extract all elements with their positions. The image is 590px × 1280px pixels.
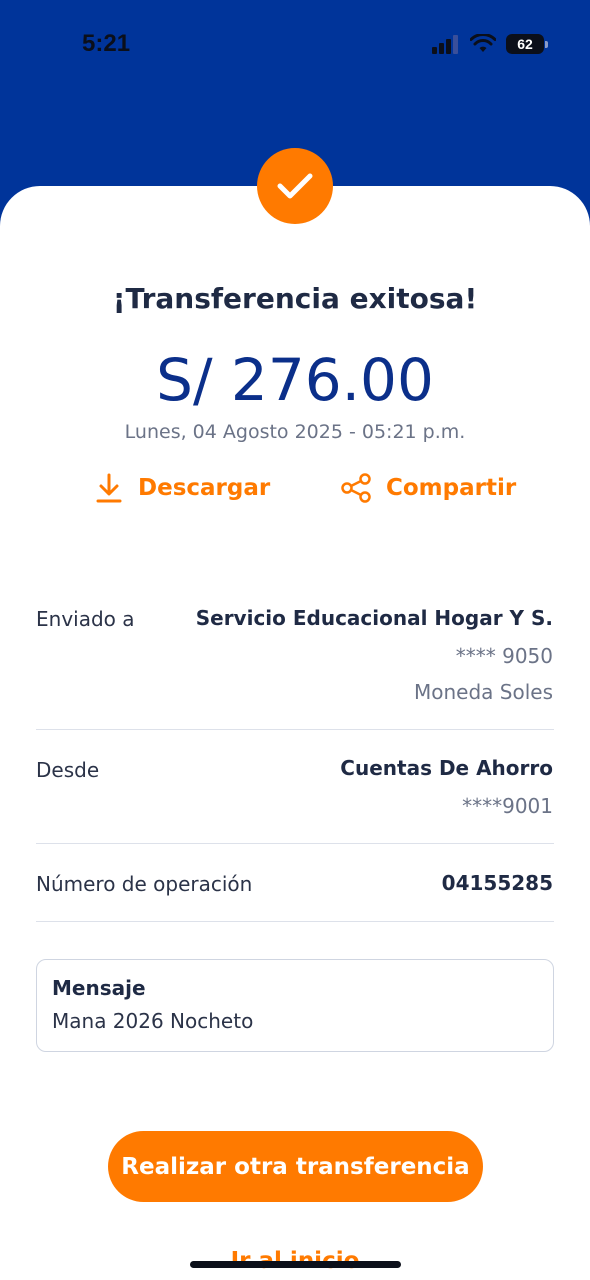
checkmark-icon	[277, 173, 313, 199]
wifi-icon	[470, 34, 496, 52]
new-transfer-button[interactable]: Realizar otra transferencia	[108, 1131, 483, 1202]
download-icon	[96, 473, 122, 503]
from-label: Desde	[36, 758, 100, 782]
recipient-name: Servicio Educacional Hogar Y S.	[195, 606, 553, 630]
message-text: Mana 2026 Nocheto	[52, 1009, 254, 1033]
status-icons: 62	[432, 32, 548, 56]
share-label: Compartir	[386, 475, 517, 501]
sent-to-label: Enviado a	[36, 607, 135, 631]
share-icon	[341, 473, 371, 503]
share-button[interactable]: Compartir	[340, 472, 516, 504]
status-time: 5:21	[82, 30, 131, 57]
recipient-currency: Moneda Soles	[414, 680, 553, 704]
message-title: Mensaje	[52, 976, 146, 1000]
page-title: ¡Transferencia exitosa!	[112, 282, 478, 315]
signal-icon	[432, 35, 458, 54]
download-label: Descargar	[138, 475, 271, 501]
home-indicator[interactable]	[190, 1261, 401, 1268]
operation-number: 04155285	[441, 871, 553, 895]
transfer-date: Lunes, 04 Agosto 2025 - 05:21 p.m.	[124, 421, 466, 443]
operation-label: Número de operación	[36, 872, 253, 896]
divider	[36, 843, 554, 844]
source-account-name: Cuentas De Ahorro	[340, 756, 553, 780]
source-account-number: ****9001	[462, 794, 553, 818]
transfer-amount: S/ 276.00	[156, 346, 434, 414]
battery-level: 62	[517, 36, 533, 52]
recipient-account: **** 9050	[455, 644, 553, 668]
divider	[36, 921, 554, 922]
status-bar: 5:21 62	[0, 0, 590, 90]
divider	[36, 729, 554, 730]
download-button[interactable]: Descargar	[94, 472, 270, 504]
message-box: Mensaje Mana 2026 Nocheto	[36, 959, 554, 1052]
success-badge	[257, 148, 333, 224]
battery-icon: 62	[506, 34, 548, 54]
